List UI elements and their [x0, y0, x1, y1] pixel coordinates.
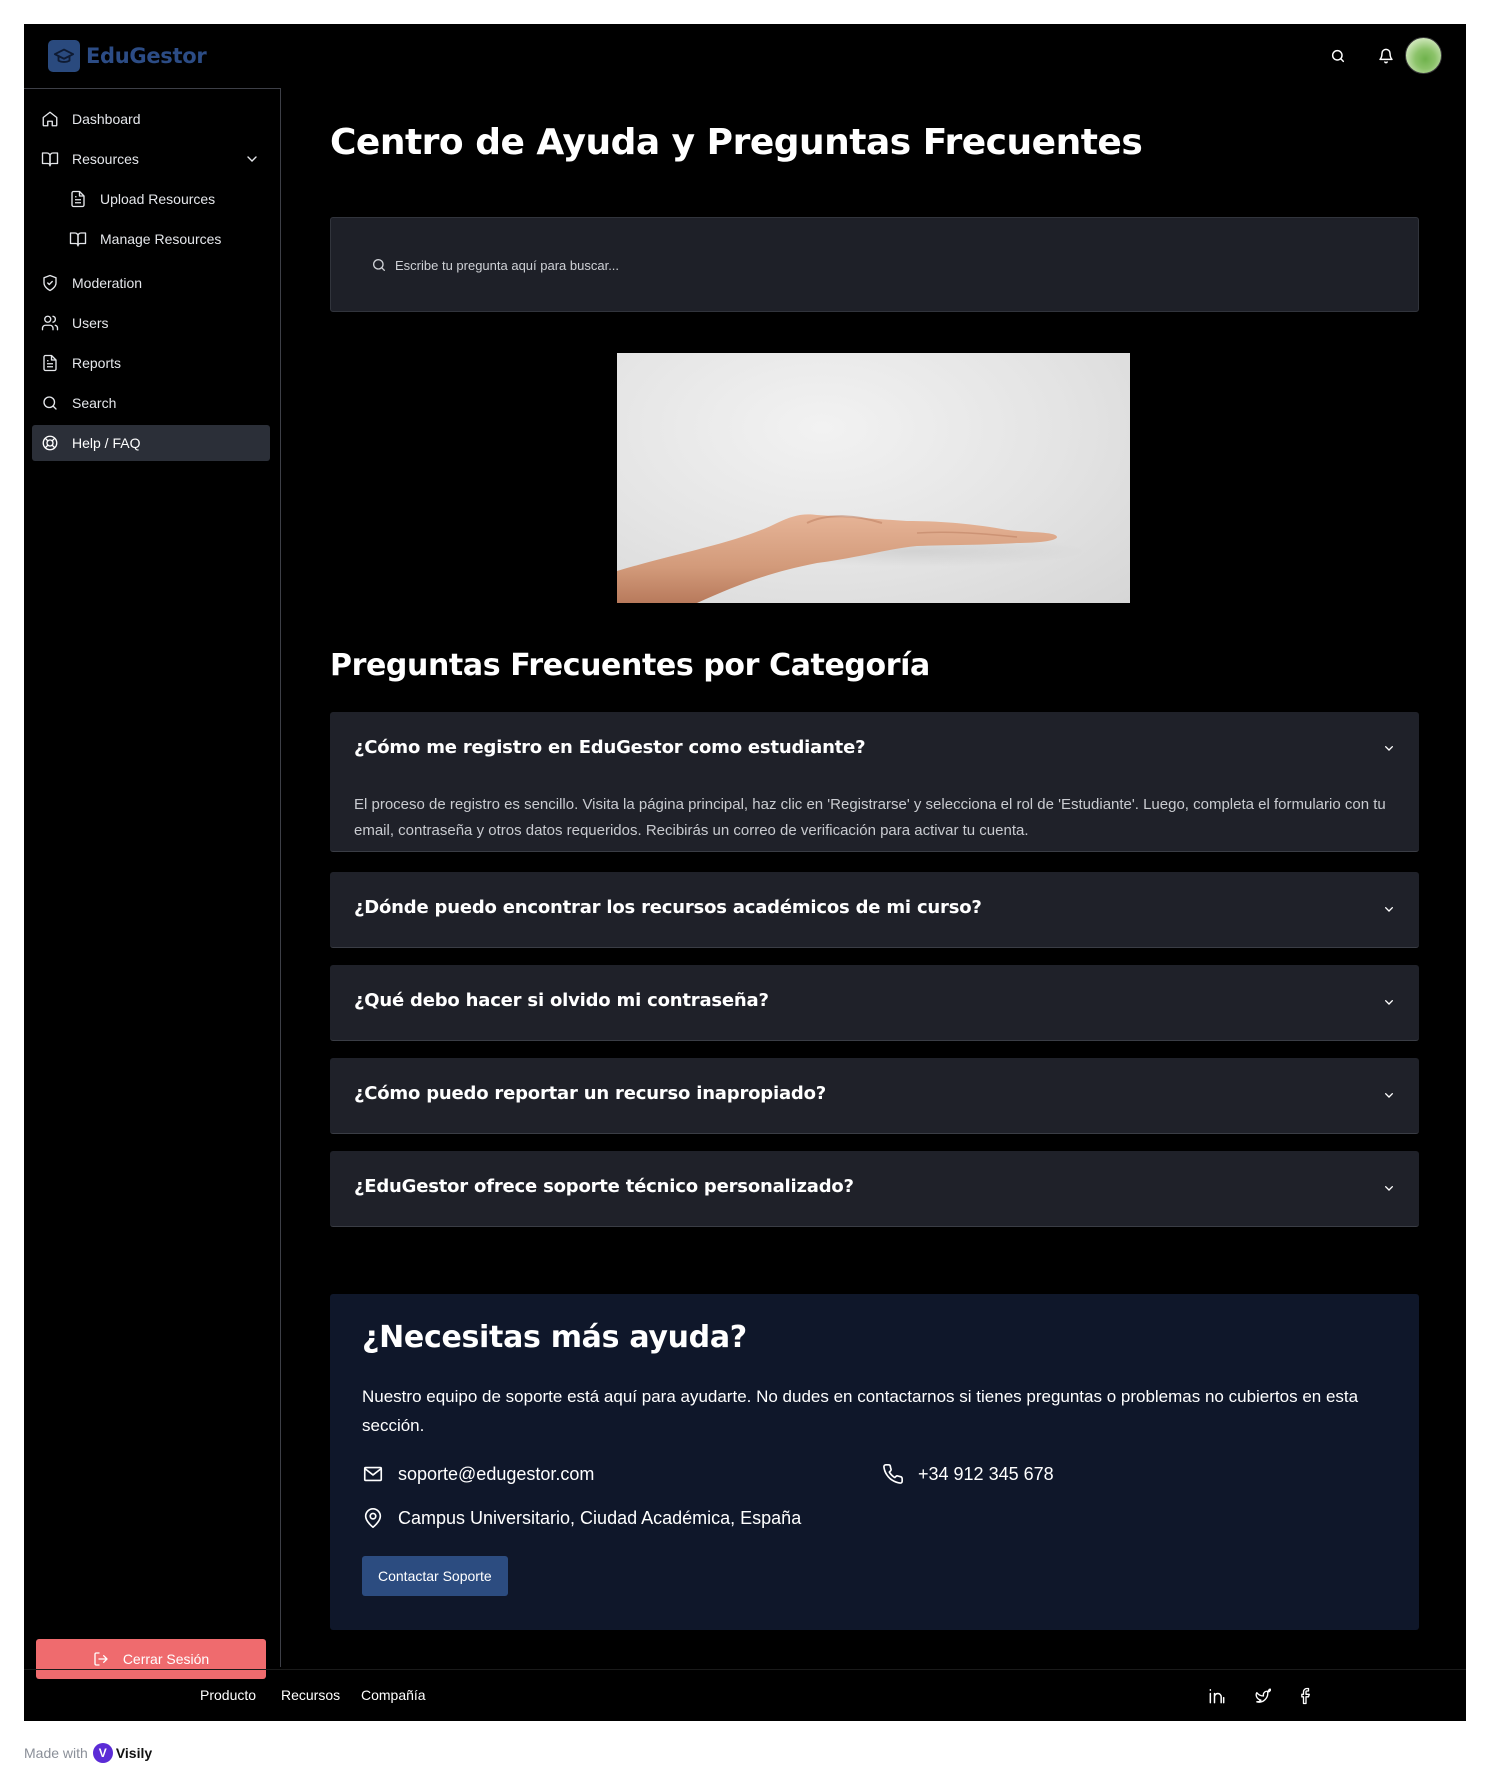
- faq-answer: El proceso de registro es sencillo. Visi…: [354, 796, 1386, 839]
- sidebar-item-help-faq[interactable]: Help / FAQ: [32, 425, 270, 461]
- faq-question: ¿Cómo puedo reportar un recurso inapropi…: [354, 1083, 826, 1104]
- sidebar-item-label: Help / FAQ: [72, 435, 141, 451]
- faq-search-input[interactable]: [395, 257, 995, 273]
- book-open-icon: [40, 149, 60, 169]
- sidebar-item-upload-resources[interactable]: Upload Resources: [32, 181, 270, 217]
- help-title: ¿Necesitas más ayuda?: [362, 1320, 747, 1355]
- sidebar: Dashboard Resources Upload Resources Man…: [24, 88, 281, 1679]
- sidebar-item-label: Manage Resources: [100, 231, 222, 247]
- sidebar-item-moderation[interactable]: Moderation: [32, 265, 270, 301]
- contact-address-text: Campus Universitario, Ciudad Académica, …: [398, 1507, 802, 1528]
- help-contact-card: ¿Necesitas más ayuda? Nuestro equipo de …: [330, 1294, 1419, 1630]
- contact-phone-text: +34 912 345 678: [918, 1463, 1054, 1484]
- twitter-icon[interactable]: [1249, 1684, 1273, 1708]
- sidebar-item-manage-resources[interactable]: Manage Resources: [32, 221, 270, 257]
- contact-address: Campus Universitario, Ciudad Académica, …: [362, 1506, 801, 1530]
- book-open-icon: [68, 229, 88, 249]
- footer-link-compania[interactable]: Compañía: [361, 1687, 426, 1703]
- faq-question: ¿Dónde puedo encontrar los recursos acad…: [354, 897, 982, 918]
- help-text: Nuestro equipo de soporte está aquí para…: [362, 1387, 1359, 1435]
- contact-email[interactable]: soporte@edugestor.com: [362, 1462, 594, 1486]
- bell-icon[interactable]: [1374, 44, 1398, 68]
- sidebar-item-reports[interactable]: Reports: [32, 345, 270, 381]
- faq-question: ¿Cómo me registro en EduGestor como estu…: [354, 737, 866, 758]
- hero-image-hand: [617, 353, 1130, 603]
- chevron-down-icon: [1381, 994, 1397, 1010]
- faq-item-2[interactable]: ¿Dónde puedo encontrar los recursos acad…: [330, 872, 1419, 948]
- search-icon: [40, 393, 60, 413]
- search-card: [330, 217, 1419, 312]
- home-icon: [40, 109, 60, 129]
- chevron-down-icon: [1381, 740, 1397, 756]
- sidebar-item-dashboard[interactable]: Dashboard: [32, 101, 270, 137]
- app-window: EduGestor Dashboard Resources Upload Res…: [24, 24, 1466, 1721]
- made-with-prefix: Made with: [24, 1745, 88, 1761]
- chevron-down-icon: [1381, 1180, 1397, 1196]
- life-buoy-icon: [40, 433, 60, 453]
- chevron-down-icon: [1381, 901, 1397, 917]
- faq-question: ¿Qué debo hacer si olvido mi contraseña?: [354, 990, 769, 1011]
- graduation-cap-icon: [48, 40, 80, 72]
- footer-link-producto[interactable]: Producto: [200, 1687, 256, 1703]
- made-with-badge[interactable]: Made with V Visily: [24, 1743, 152, 1763]
- faq-item-3[interactable]: ¿Qué debo hacer si olvido mi contraseña?: [330, 965, 1419, 1041]
- faq-item-4[interactable]: ¿Cómo puedo reportar un recurso inapropi…: [330, 1058, 1419, 1134]
- footer: Producto Recursos Compañía: [24, 1669, 1466, 1721]
- chevron-down-icon: [244, 151, 260, 167]
- faq-item-1[interactable]: ¿Cómo me registro en EduGestor como estu…: [330, 712, 1419, 852]
- page-title: Centro de Ayuda y Preguntas Frecuentes: [330, 122, 1143, 163]
- brand-name: EduGestor: [86, 44, 207, 68]
- sidebar-item-label: Moderation: [72, 275, 143, 291]
- map-pin-icon: [362, 1506, 386, 1530]
- linkedin-icon[interactable]: [1205, 1684, 1229, 1708]
- faq-search: [371, 256, 995, 274]
- contact-email-text: soporte@edugestor.com: [398, 1463, 595, 1484]
- sidebar-item-label: Search: [72, 395, 117, 411]
- search-icon[interactable]: [1326, 44, 1350, 68]
- footer-link-recursos[interactable]: Recursos: [281, 1687, 340, 1703]
- logout-label: Cerrar Sesión: [122, 1651, 210, 1667]
- chevron-down-icon: [1381, 1087, 1397, 1103]
- file-text-icon: [40, 353, 60, 373]
- faq-section-title: Preguntas Frecuentes por Categoría: [330, 648, 930, 683]
- visily-logo-icon: V: [92, 1743, 113, 1763]
- sidebar-item-label: Dashboard: [72, 111, 141, 127]
- sidebar-item-label: Resources: [72, 151, 139, 167]
- made-with-name: Visily: [115, 1745, 153, 1761]
- phone-icon: [882, 1462, 906, 1486]
- shield-check-icon: [40, 273, 60, 293]
- user-avatar[interactable]: [1405, 37, 1442, 74]
- sidebar-item-users[interactable]: Users: [32, 305, 270, 341]
- top-header: EduGestor: [24, 24, 1466, 88]
- users-icon: [40, 313, 60, 333]
- log-out-icon: [93, 1650, 111, 1668]
- facebook-icon[interactable]: [1294, 1684, 1318, 1708]
- faq-question: ¿EduGestor ofrece soporte técnico person…: [354, 1176, 854, 1197]
- faq-item-5[interactable]: ¿EduGestor ofrece soporte técnico person…: [330, 1151, 1419, 1227]
- search-icon: [371, 256, 389, 274]
- brand[interactable]: EduGestor: [48, 40, 207, 72]
- sidebar-item-search[interactable]: Search: [32, 385, 270, 421]
- sidebar-item-label: Upload Resources: [100, 191, 216, 207]
- mail-icon: [362, 1462, 386, 1486]
- contact-support-button[interactable]: Contactar Soporte: [362, 1556, 508, 1596]
- sidebar-item-label: Reports: [72, 355, 122, 371]
- sidebar-item-label: Users: [72, 315, 109, 331]
- sidebar-item-resources[interactable]: Resources: [32, 141, 270, 177]
- file-text-icon: [68, 189, 88, 209]
- contact-phone[interactable]: +34 912 345 678: [882, 1462, 1054, 1486]
